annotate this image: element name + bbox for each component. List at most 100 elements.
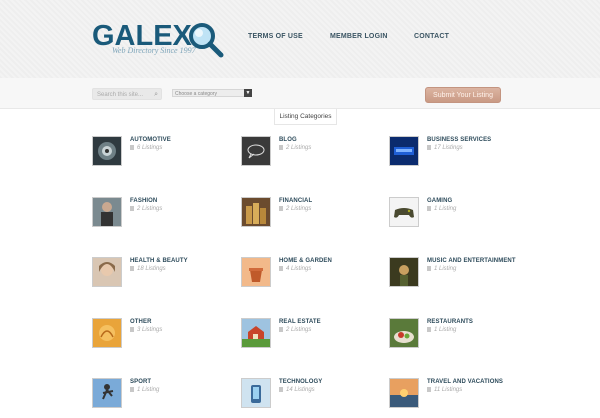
category-item[interactable]: RESTAURANTS 1 Listing [389,318,539,358]
search-placeholder: Search this site... [97,92,144,98]
category-count: 1 Listing [130,387,159,393]
category-count: 1 Listing [427,327,456,333]
document-icon [130,206,134,211]
category-item[interactable]: BUSINESS SERVICES 17 Listings [389,136,539,176]
category-item[interactable]: HEALTH & BEAUTY 18 Listings [92,257,242,297]
document-icon [427,206,431,211]
category-count-label: 2 Listings [286,145,312,152]
category-count: 11 Listings [427,387,462,393]
pot-icon[interactable] [241,257,271,287]
category-count-label: 11 Listings [434,387,463,394]
keyboard-icon[interactable] [389,136,419,166]
category-count-label: 17 Listings [434,145,463,152]
category-count-label: 2 Listings [137,206,163,213]
document-icon [130,266,134,271]
category-item[interactable]: BLOG 2 Listings [241,136,391,176]
document-icon [279,387,283,392]
fashion-icon[interactable] [92,197,122,227]
category-count-label: 18 Listings [137,266,166,273]
other-icon[interactable] [92,318,122,348]
category-count-label: 4 Listings [286,266,312,273]
category-name[interactable]: HEALTH & BEAUTY [130,258,188,264]
category-count: 6 Listings [130,145,162,151]
category-count-label: 2 Listings [286,327,312,334]
category-item[interactable]: REAL ESTATE 2 Listings [241,318,391,358]
category-count: 2 Listings [279,206,311,212]
category-name[interactable]: RESTAURANTS [427,319,473,325]
food-icon[interactable] [389,318,419,348]
search-icon[interactable]: ⌕ [154,89,158,101]
logo-tagline: Web Directory Since 1997 [112,46,196,55]
category-name[interactable]: GAMING [427,198,452,204]
site-header: GALEXO Web Directory Since 1997 TERMS OF… [0,0,600,78]
category-count-label: 1 Listing [434,327,457,334]
category-item[interactable]: FINANCIAL 2 Listings [241,197,391,237]
category-count-label: 3 Listings [137,327,163,334]
category-name[interactable]: FINANCIAL [279,198,312,204]
category-name[interactable]: TRAVEL AND VACATIONS [427,379,503,385]
category-count: 3 Listings [130,327,162,333]
search-input[interactable]: Search this site... ⌕ [92,88,162,100]
category-count: 1 Listing [427,206,456,212]
chevron-down-icon[interactable]: ▼ [244,89,252,97]
nav-contact[interactable]: CONTACT [414,33,449,40]
category-name[interactable]: TECHNOLOGY [279,379,322,385]
section-title: Listing Categories [274,109,337,125]
category-item[interactable]: GAMING 1 Listing [389,197,539,237]
category-item[interactable]: AUTOMOTIVE 6 Listings [92,136,242,176]
category-item[interactable]: OTHER 3 Listings [92,318,242,358]
category-item[interactable]: TECHNOLOGY 14 Listings [241,378,391,418]
category-name[interactable]: FASHION [130,198,157,204]
category-item[interactable]: MUSIC AND ENTERTAINMENT 1 Listing [389,257,539,297]
category-item[interactable]: HOME & GARDEN 4 Listings [241,257,391,297]
coins-icon[interactable] [241,197,271,227]
submit-listing-button[interactable]: Submit Your Listing [425,87,501,103]
category-name[interactable]: SPORT [130,379,151,385]
category-count-label: 6 Listings [137,145,163,152]
category-name[interactable]: BLOG [279,137,297,143]
beauty-icon[interactable] [92,257,122,287]
category-item[interactable]: TRAVEL AND VACATIONS 11 Listings [389,378,539,418]
category-name[interactable]: REAL ESTATE [279,319,321,325]
document-icon [427,266,431,271]
category-item[interactable]: FASHION 2 Listings [92,197,242,237]
category-name[interactable]: BUSINESS SERVICES [427,137,491,143]
document-icon [427,145,431,150]
gamepad-icon[interactable] [389,197,419,227]
blog-icon[interactable] [241,136,271,166]
tech-icon[interactable] [241,378,271,408]
category-count-label: 1 Listing [434,266,457,273]
category-count: 1 Listing [427,266,456,272]
nav-member-login[interactable]: MEMBER LOGIN [330,33,388,40]
category-count: 18 Listings [130,266,166,272]
magnifier-icon [189,23,224,58]
category-select[interactable]: Choose a category ▼ [172,89,252,97]
document-icon [279,206,283,211]
document-icon [427,387,431,392]
category-count-label: 2 Listings [286,206,312,213]
category-name[interactable]: OTHER [130,319,152,325]
search-bar: Search this site... ⌕ [0,78,600,109]
category-select-label: Choose a category [175,91,217,97]
category-count: 2 Listings [279,327,311,333]
car-icon[interactable] [92,136,122,166]
house-icon[interactable] [241,318,271,348]
category-count-label: 14 Listings [286,387,315,394]
document-icon [279,266,283,271]
category-count: 17 Listings [427,145,463,151]
document-icon [130,327,134,332]
category-name[interactable]: MUSIC AND ENTERTAINMENT [427,258,516,264]
category-name[interactable]: AUTOMOTIVE [130,137,171,143]
category-item[interactable]: SPORT 1 Listing [92,378,242,418]
category-name[interactable]: HOME & GARDEN [279,258,332,264]
travel-icon[interactable] [389,378,419,408]
sport-icon[interactable] [92,378,122,408]
document-icon [279,327,283,332]
category-count-label: 1 Listing [137,387,160,394]
music-icon[interactable] [389,257,419,287]
nav-terms-of-use[interactable]: TERMS OF USE [248,33,303,40]
document-icon [130,145,134,150]
document-icon [427,327,431,332]
category-count-label: 1 Listing [434,206,457,213]
document-icon [130,387,134,392]
